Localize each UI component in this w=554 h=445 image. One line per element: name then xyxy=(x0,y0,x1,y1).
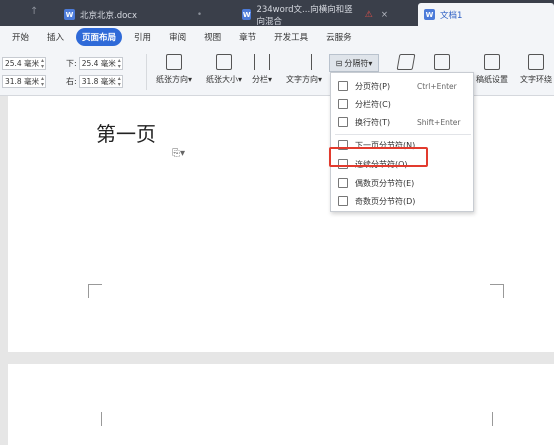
margin-bottom-field[interactable]: 下: 25.4 毫米 ▴ ▾ xyxy=(66,56,123,70)
shortcut-label: Ctrl+Enter xyxy=(417,81,457,91)
tab-label: 北京北京.docx xyxy=(80,10,138,21)
margin-right-label: 右: xyxy=(66,76,77,86)
tab-dot-icon: • xyxy=(196,9,202,20)
tab-label: 文档1 xyxy=(440,10,463,21)
columns-icon xyxy=(254,54,270,70)
odd-page-section-break-item[interactable]: 奇数页分节符(D) xyxy=(331,192,475,210)
spinner-icon[interactable]: ▴ ▾ xyxy=(118,75,121,88)
shortcut-label: Shift+Enter xyxy=(417,117,461,127)
margin-corner-mark xyxy=(492,412,506,426)
menu-page-layout[interactable]: 页面布局 xyxy=(76,28,123,46)
spinner-icon[interactable]: ▴ ▾ xyxy=(118,57,121,70)
margin-bottom-label: 下: xyxy=(66,58,77,68)
page-break-item[interactable]: 分页符(P) Ctrl+Enter xyxy=(331,77,475,95)
menu-view[interactable]: 视图 xyxy=(198,28,227,46)
line-break-item[interactable]: 换行符(T) Shift+Enter xyxy=(331,113,475,131)
separator xyxy=(146,54,147,90)
margin-top-input[interactable]: 25.4 毫米 ▴ ▾ xyxy=(2,56,46,70)
margin-left-input[interactable]: 31.8 毫米 ▴ ▾ xyxy=(2,74,46,88)
text-direction-button[interactable]: 文字方向▾ xyxy=(282,54,326,85)
columns-button[interactable]: 分栏▾ xyxy=(249,54,275,85)
page-background-icon xyxy=(434,54,450,70)
spinner-icon[interactable]: ▴ ▾ xyxy=(41,57,44,70)
word-doc-icon: W xyxy=(242,9,252,20)
column-break-item[interactable]: 分栏符(C) xyxy=(331,95,475,113)
margin-left-field[interactable]: 31.8 毫米 ▴ ▾ xyxy=(2,74,46,88)
menu-references[interactable]: 引用 xyxy=(128,28,157,46)
grid-settings-button[interactable]: 稿纸设置 xyxy=(472,54,512,85)
menu-cloud[interactable]: 云服务 xyxy=(320,28,358,46)
title-bar: ↑ W 北京北京.docx • W 234word文...向横向和竖向混合 ⚠ … xyxy=(0,0,554,27)
menu-home[interactable]: 开始 xyxy=(6,28,35,46)
text-wrap-button[interactable]: 文字环绕 xyxy=(516,54,554,85)
margin-corner-mark xyxy=(88,284,102,298)
close-icon[interactable]: × xyxy=(381,10,388,20)
text-wrap-icon xyxy=(528,54,544,70)
tab-beijing-docx[interactable]: W 北京北京.docx • xyxy=(58,3,208,26)
page-title: 第一页 xyxy=(96,122,156,146)
margin-bottom-input[interactable]: 25.4 毫米 ▴ ▾ xyxy=(78,56,123,70)
warning-icon: ⚠ xyxy=(364,9,373,20)
even-page-section-icon xyxy=(338,178,348,188)
tab-document1[interactable]: W 文档1 xyxy=(418,3,554,26)
word-doc-icon: W xyxy=(64,9,75,20)
spinner-icon[interactable]: ▴ ▾ xyxy=(41,75,44,88)
orientation-button[interactable]: 纸张方向▾ xyxy=(152,54,196,85)
line-break-icon xyxy=(338,117,348,127)
page-border-button[interactable] xyxy=(396,54,416,74)
margin-top-field[interactable]: 25.4 毫米 ▴ ▾ xyxy=(2,56,46,70)
arrow-up-icon[interactable]: ↑ xyxy=(30,6,38,17)
paste-options-icon[interactable]: ⎘▾ xyxy=(172,148,185,159)
grid-icon xyxy=(484,54,500,70)
even-page-section-break-item[interactable]: 偶数页分节符(E) xyxy=(331,174,475,192)
margin-corner-mark xyxy=(88,412,102,426)
page-break-icon xyxy=(338,81,348,91)
page-border-icon xyxy=(396,54,416,70)
orientation-icon xyxy=(166,54,182,70)
text-direction-icon xyxy=(296,54,312,70)
tab-label: 234word文...向横向和竖向混合 xyxy=(256,4,353,27)
menu-insert[interactable]: 插入 xyxy=(41,28,70,46)
margin-right-input[interactable]: 31.8 毫米 ▴ ▾ xyxy=(78,74,123,88)
margin-right-field[interactable]: 右: 31.8 毫米 ▴ ▾ xyxy=(66,74,123,88)
odd-page-section-icon xyxy=(338,196,348,206)
menu-chapter[interactable]: 章节 xyxy=(233,28,262,46)
menu-bar: 开始 插入 页面布局 引用 审阅 视图 章节 开发工具 云服务 xyxy=(0,26,554,48)
menu-review[interactable]: 审阅 xyxy=(163,28,192,46)
margin-corner-mark xyxy=(490,284,504,298)
menu-developer[interactable]: 开发工具 xyxy=(268,28,314,46)
breaks-dropdown: 分页符(P) Ctrl+Enter 分栏符(C) 换行符(T) Shift+En… xyxy=(330,72,474,212)
paper-size-icon xyxy=(216,54,232,70)
page-background-button[interactable] xyxy=(432,54,452,74)
breaks-icon: ⊟ xyxy=(335,58,343,68)
tab-234word[interactable]: W 234word文...向横向和竖向混合 ⚠ × xyxy=(236,3,394,27)
page-2[interactable] xyxy=(8,364,554,445)
breaks-button[interactable]: ⊟ 分隔符 ▾ xyxy=(329,54,379,72)
column-break-icon xyxy=(338,99,348,109)
menu-divider xyxy=(335,134,471,135)
paper-size-button[interactable]: 纸张大小▾ xyxy=(202,54,246,85)
highlight-box xyxy=(329,147,428,167)
word-doc-icon: W xyxy=(424,9,435,20)
